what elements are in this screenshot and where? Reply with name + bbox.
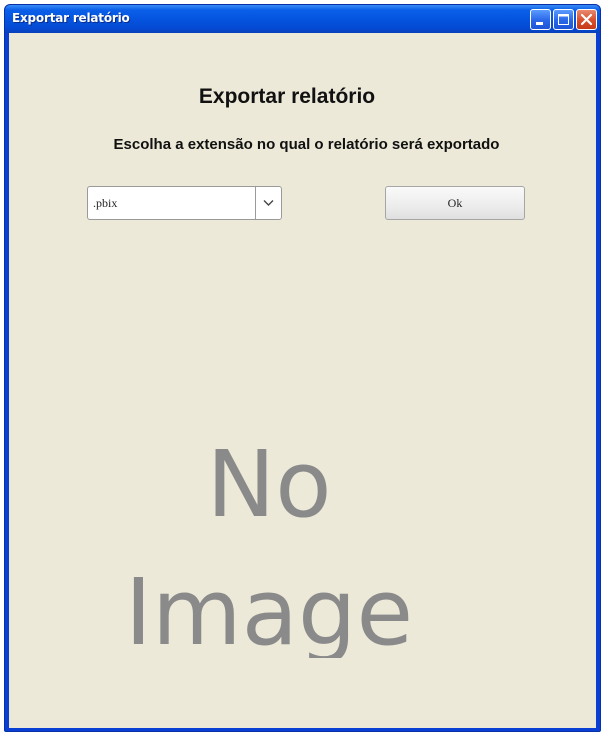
instruction-text: Escolha a extensão no qual o relatório s…: [113, 136, 500, 153]
no-image-placeholder: No Image: [109, 418, 509, 658]
image-placeholder-graphic: No Image: [125, 431, 413, 658]
maximize-icon: [558, 14, 569, 25]
close-button[interactable]: [576, 9, 597, 30]
maximize-button[interactable]: [553, 9, 574, 30]
extension-select[interactable]: .pbix: [87, 186, 282, 220]
page-title: Exportar relatório: [198, 85, 376, 108]
minimize-icon: [536, 22, 543, 25]
dropdown-button[interactable]: [255, 187, 281, 219]
chevron-down-icon: [263, 200, 274, 206]
title-bar[interactable]: Exportar relatório: [5, 5, 600, 33]
dialog-window: Exportar relatório Exportar relatório Es…: [4, 4, 601, 732]
placeholder-text-line2: Image: [125, 559, 413, 658]
placeholder-text-line1: No: [206, 431, 331, 538]
minimize-button[interactable]: [530, 9, 551, 30]
ok-button[interactable]: Ok: [385, 186, 525, 220]
extension-select-value: .pbix: [93, 196, 118, 210]
window-title: Exportar relatório: [12, 11, 130, 25]
close-icon: [580, 13, 593, 26]
dialog-content: Exportar relatório Escolha a extensão no…: [9, 33, 596, 728]
